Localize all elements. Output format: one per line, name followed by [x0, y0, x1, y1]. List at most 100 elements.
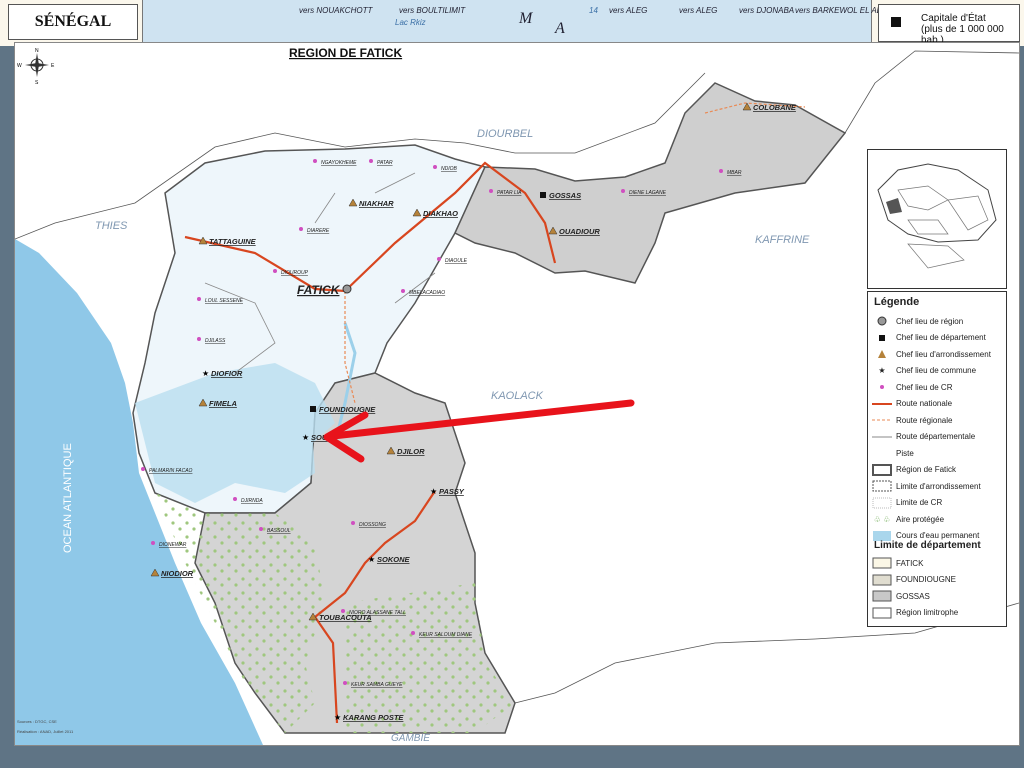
neighbor-thies: THIES: [95, 220, 128, 232]
neighbor-gambie: GAMBIE: [391, 733, 430, 744]
dept-swatch-icon: [872, 607, 892, 619]
legend-label: Aire protégée: [896, 514, 945, 524]
inset-map: [867, 149, 1007, 289]
legend-dept-item: Région limitrophe: [872, 606, 958, 620]
place-label: KEUR SAMBA GUEYE: [351, 682, 403, 688]
legend-item: Route départementale: [872, 430, 975, 444]
region-icon: [872, 315, 892, 327]
place-label: TATTAGUINE: [209, 237, 257, 246]
place-symbol: [369, 159, 373, 163]
place-symbol: [313, 159, 317, 163]
legend-item: Route régionale: [872, 413, 952, 427]
route-label: vers DJONABA: [739, 6, 795, 15]
legend-label: Route départementale: [896, 432, 976, 441]
compass-icon: [25, 53, 49, 77]
legend-item: Chef lieu d'arrondissement: [872, 347, 991, 361]
place-label: DIOFIOR: [211, 369, 243, 378]
legend-label: Cours d'eau permanent: [896, 531, 980, 540]
dept-swatch-icon: [872, 557, 892, 569]
place-cr: NIORO ALASSANE TALL: [341, 609, 406, 616]
place-label: DJILASS: [205, 338, 226, 344]
place-symbol: ★: [202, 369, 209, 378]
source-note: Réalisation : ANAD, Juillet 2011: [17, 729, 74, 734]
route-label: vers ALEG: [679, 6, 718, 15]
legend-label: Chef lieu de commune: [896, 366, 977, 375]
legend-label: Limite d'arrondissement: [896, 481, 981, 491]
legend-label: Route régionale: [896, 415, 953, 425]
legend-title: Légende: [874, 296, 920, 308]
source-note: Sources : DTGC, CSE: [17, 719, 57, 724]
legend-dept-title: Limite de département: [874, 540, 981, 551]
place-label: COLOBANE: [753, 103, 797, 112]
compass-s: S: [35, 80, 39, 86]
place-symbol: [259, 527, 263, 531]
place-cr: KEUR SAMBA GUEYE: [343, 681, 403, 688]
legend-item: Limite de CR: [872, 496, 942, 510]
place-symbol: [437, 257, 441, 261]
legend-dept-item: GOSSAS: [872, 589, 930, 603]
place-symbol: [719, 169, 723, 173]
place-label: DJILOR: [397, 447, 425, 456]
region-box-icon: [872, 463, 892, 476]
place-label: PALMARIN FACAO: [149, 468, 193, 474]
place-label: NGAYOKHEME: [321, 160, 357, 166]
legend-item: Région de Fatick: [872, 463, 956, 477]
place-symbol: [310, 406, 316, 412]
country-title: SÉNÉGAL: [8, 4, 138, 40]
slide-bottom-bar: [0, 750, 1024, 768]
map-letter: A: [555, 20, 565, 37]
place-label: NIORO ALASSANE TALL: [349, 610, 406, 616]
legend-dept-label: GOSSAS: [896, 591, 930, 601]
place-label: MBELACADIAO: [409, 290, 445, 296]
lim-cr-icon: [872, 497, 892, 509]
place-label: DIONEWAR: [159, 542, 187, 548]
piste-icon: [872, 447, 892, 459]
legend-item: Chef lieu de région: [872, 314, 963, 328]
legend-item: ★ Chef lieu de commune: [872, 364, 976, 378]
place-label: DJIRNDA: [241, 498, 263, 504]
cr-icon: [872, 381, 892, 393]
top-map-fragment: vers NOUAKCHOTT vers BOULTILIMIT vers AL…: [142, 0, 896, 44]
legend-dept-item: FATICK: [872, 556, 923, 570]
rd-icon: [872, 431, 892, 443]
dept-icon: [872, 332, 892, 344]
map-letter: M: [519, 10, 533, 27]
dept-swatch-icon: [872, 590, 892, 602]
legend-item: ♧ ♧ Aire protégée: [872, 512, 944, 526]
km-label: 14: [589, 6, 598, 15]
place-label: FIMELA: [209, 399, 237, 408]
place-label: NIAKHAR: [359, 199, 394, 208]
legend-item: Chef lieu de département: [872, 331, 986, 345]
place-commune: ★ SOKONE: [368, 555, 411, 564]
place-symbol: [299, 227, 303, 231]
place-label: DIOSSONG: [359, 522, 386, 528]
place-commune: ★ DIOFIOR: [202, 369, 243, 378]
place-label: MBAR: [727, 170, 742, 176]
place-label: DIENE LAGANE: [629, 190, 667, 196]
legend-label: Chef lieu de région: [896, 316, 964, 326]
map-title: REGION DE FATICK: [289, 46, 402, 60]
lim-arr-icon: [872, 480, 892, 492]
place-label: SOKONE: [377, 555, 411, 564]
place-symbol: [273, 269, 277, 273]
place-symbol: [197, 297, 201, 301]
place-symbol: [540, 192, 546, 198]
place-label: PATAR LIA: [497, 190, 522, 196]
map-legend: Légende Chef lieu de région Chef lieu de …: [867, 291, 1007, 627]
legend-item: Piste: [872, 446, 914, 460]
legend-dept-label: FOUNDIOUGNE: [896, 575, 956, 584]
legend-label: Limite de CR: [896, 498, 943, 507]
map-frame: N S E W REGION DE FATICK DIOURBEL THIES …: [14, 42, 1020, 746]
place-symbol: ★: [334, 713, 341, 722]
rn-icon: [872, 398, 892, 410]
dept-swatch-icon: [872, 574, 892, 586]
capital-label: Capitale d'État: [921, 13, 986, 24]
place-label: DIAKHAO: [423, 209, 458, 218]
route-label: vers ALEG: [609, 6, 648, 15]
place-label: PASSY: [439, 487, 465, 496]
capital-symbol: [891, 17, 901, 27]
place-commune: ★ KARANG POSTE: [334, 713, 404, 722]
neighbor-kaolack: KAOLACK: [491, 390, 544, 402]
place-label: FATICK: [297, 283, 341, 297]
top-legend: Capitale d'État (plus de 1 000 000 hab.): [878, 4, 1020, 46]
